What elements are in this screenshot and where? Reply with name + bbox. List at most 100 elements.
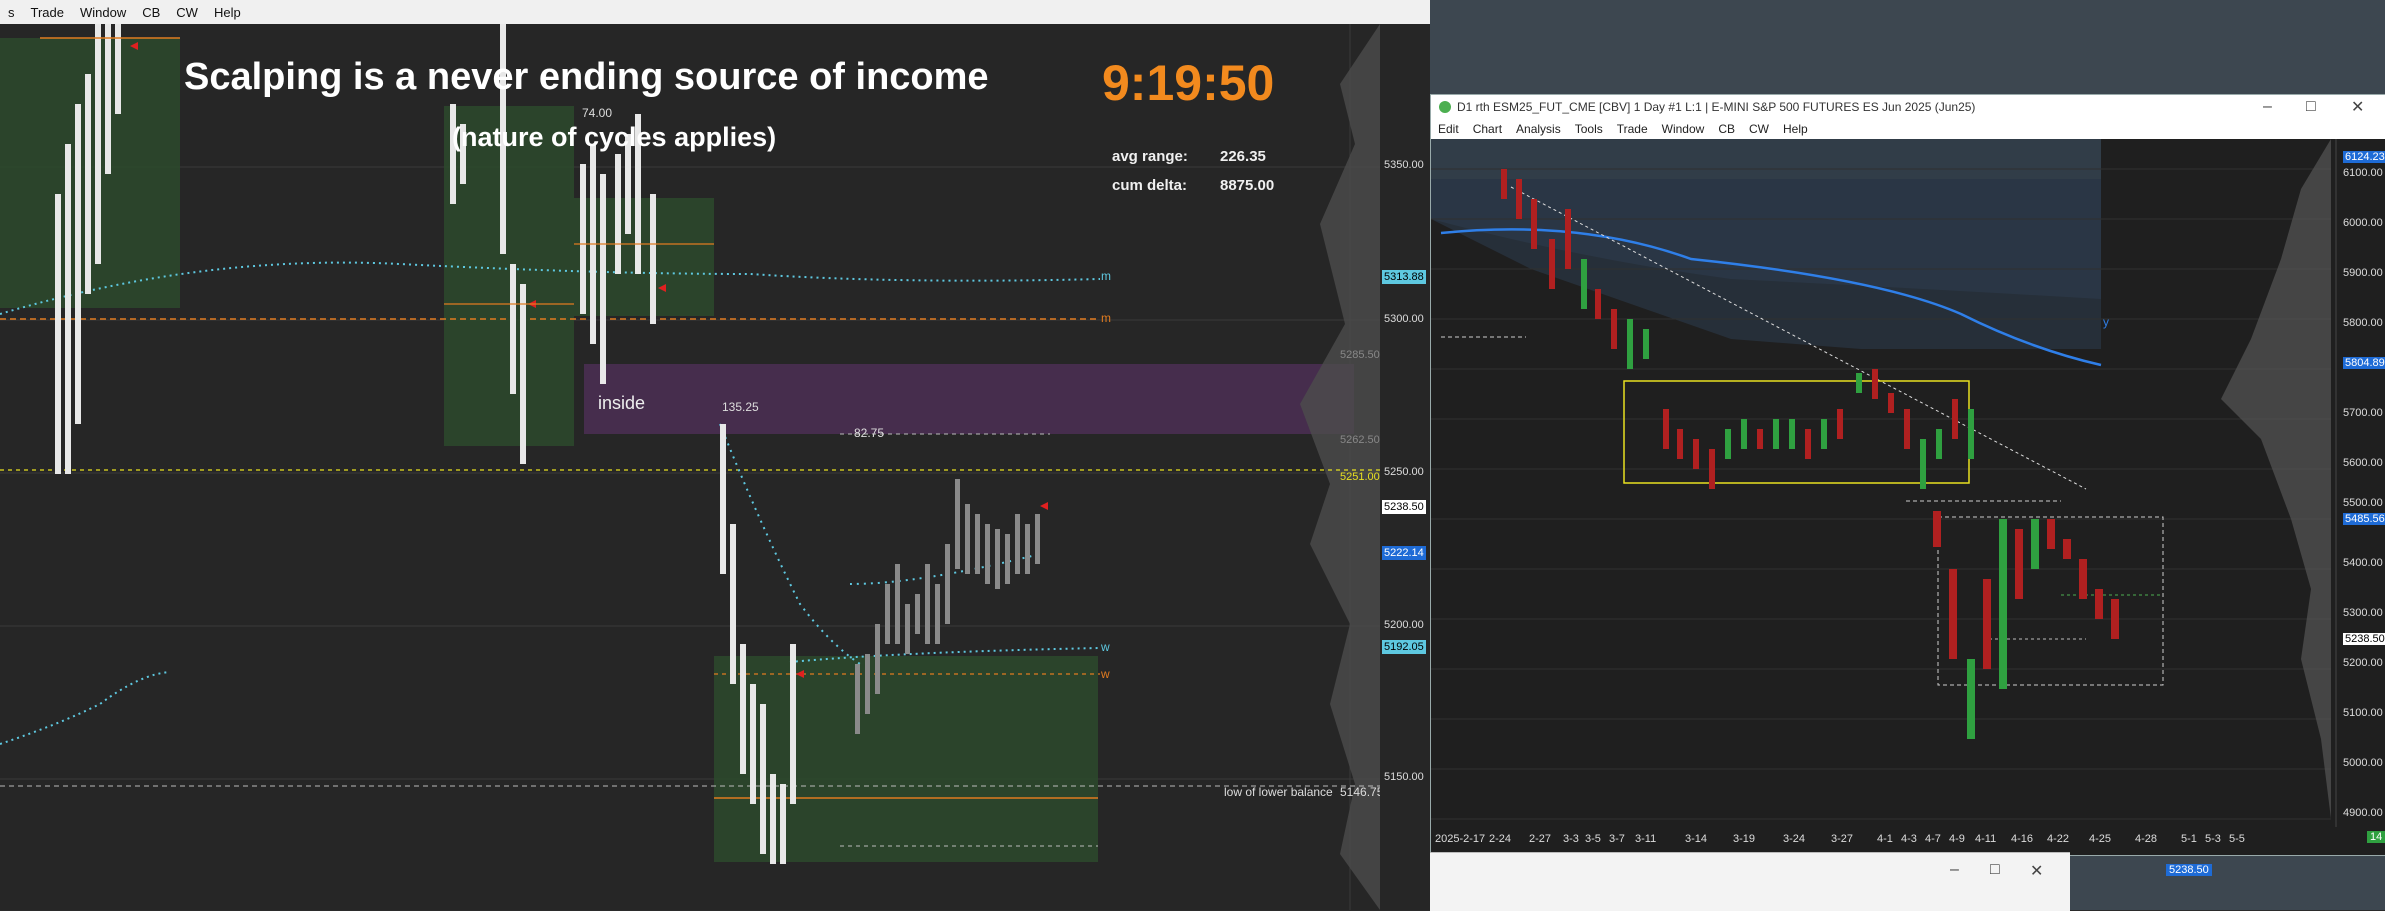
window-title: D1 rth ESM25_FUT_CME [CBV] 1 Day #1 L:1 … [1457, 100, 1976, 114]
menu-item-help[interactable]: Help [214, 5, 241, 20]
price-tick: 5300.00 [1384, 313, 1424, 325]
date-tick: 3-19 [1733, 833, 1756, 845]
price-tick: 5600.00 [2343, 457, 2383, 469]
date-tick: 2-24 [1489, 833, 1512, 845]
date-tick: 4-9 [1949, 833, 1965, 845]
menu-item-tools[interactable]: Tools [1575, 122, 1603, 136]
date-tick: 4-25 [2089, 833, 2112, 845]
maximize-icon[interactable]: □ [2306, 98, 2316, 116]
price-tag-blue: 5485.56 [2343, 513, 2385, 525]
menu-item-partial[interactable]: s [8, 5, 15, 20]
close-icon[interactable]: ✕ [2030, 861, 2043, 881]
minimize-icon[interactable]: – [2263, 98, 2272, 116]
date-tick: 3-24 [1783, 833, 1806, 845]
date-tick: 4-28 [2135, 833, 2158, 845]
inside-band [584, 364, 1354, 434]
menu-item-analysis[interactable]: Analysis [1516, 122, 1561, 136]
daily-candlestick-chart[interactable] [1431, 139, 2385, 855]
corner-badge: 14 [2367, 831, 2385, 843]
date-tick: 3-11 [1635, 833, 1657, 845]
menu-item-window[interactable]: Window [80, 5, 126, 20]
date-axis: 2025-2-17 2-24 2-27 3-3 3-5 3-7 3-11 3-1… [1435, 833, 2335, 849]
price-tag-blue: 5222.14 [1382, 546, 1426, 560]
left-chart-window: s Trade Window CB CW Help Scalping is a … [0, 0, 1430, 910]
headline-text: Scalping is a never ending source of inc… [184, 56, 989, 98]
inside-label: inside [598, 393, 646, 413]
left-menu-bar: s Trade Window CB CW Help [0, 0, 1430, 25]
price-tick: 5900.00 [2343, 267, 2383, 279]
date-tick: 4-7 [1925, 833, 1941, 845]
price-tick: 5700.00 [2343, 407, 2383, 419]
right-menu-bar: Edit Chart Analysis Tools Trade Window C… [1431, 119, 2385, 139]
stat-value-avg-range: 226.35 [1220, 148, 1266, 165]
date-tick: 3-14 [1685, 833, 1708, 845]
price-tick: 5100.00 [2343, 707, 2383, 719]
price-tag: 5285.50 [1340, 349, 1380, 361]
menu-item-cb[interactable]: CB [142, 5, 160, 20]
price-tick: 6000.00 [2343, 217, 2383, 229]
background-window: – □ ✕ [1430, 852, 2070, 911]
price-tag-blue: 6124.23 [2343, 151, 2385, 163]
date-tick: 2-27 [1529, 833, 1552, 845]
line-label-w2: w [1101, 667, 1110, 681]
annotation-range-value: 82.75 [854, 426, 885, 440]
date-tick: 2025-2-17 [1435, 833, 1486, 845]
menu-item-cb[interactable]: CB [1718, 122, 1735, 136]
date-tick: 5-3 [2205, 833, 2221, 845]
stat-label-avg-range: avg range: [1112, 148, 1188, 165]
price-tick: 5800.00 [2343, 317, 2383, 329]
date-tick: 4-3 [1901, 833, 1917, 845]
price-tag-cyan: 5313.88 [1382, 270, 1426, 284]
price-tag-current: 5238.50 [1382, 500, 1426, 514]
price-tick: 5200.00 [1384, 619, 1424, 631]
line-label-m2: m [1101, 311, 1111, 325]
menu-item-chart[interactable]: Chart [1473, 122, 1502, 136]
date-tick: 5-1 [2181, 833, 2197, 845]
menu-item-cw[interactable]: CW [176, 5, 198, 20]
close-icon[interactable]: ✕ [2351, 97, 2364, 117]
menu-item-help[interactable]: Help [1783, 122, 1808, 136]
left-price-axis[interactable]: 5350.00 5300.00 5250.00 5200.00 5150.00 … [1340, 24, 1430, 910]
menu-item-trade[interactable]: Trade [31, 5, 64, 20]
date-tick: 3-7 [1609, 833, 1625, 845]
date-tick: 4-22 [2047, 833, 2070, 845]
price-tick: 5250.00 [1384, 466, 1424, 478]
date-tick: 4-16 [2011, 833, 2034, 845]
subline-text: (nature of cycles applies) [452, 122, 777, 152]
taskbar-price-tag: 5238.50 [2166, 864, 2212, 876]
line-label-m1: m [1101, 269, 1111, 283]
date-tick: 4-11 [1975, 833, 1997, 845]
date-tick: 3-27 [1831, 833, 1854, 845]
daily-chart-window: D1 rth ESM25_FUT_CME [CBV] 1 Day #1 L:1 … [1430, 94, 2385, 856]
price-tag-current: 5238.50 [2343, 633, 2385, 645]
stat-label-cum-delta: cum delta: [1112, 177, 1188, 194]
menu-item-cw[interactable]: CW [1749, 122, 1769, 136]
price-tick: 5300.00 [2343, 607, 2383, 619]
price-tag: 5262.50 [1340, 434, 1380, 446]
low-balance-value: 5146.75 [1340, 785, 1384, 799]
date-tick: 5-5 [2229, 833, 2245, 845]
price-tick: 4900.00 [2343, 807, 2383, 819]
app-icon [1439, 101, 1451, 113]
stat-value-cum-delta: 8875.00 [1220, 177, 1275, 194]
annotation-peak-value: 135.25 [722, 400, 759, 414]
low-balance-label: low of lower balance [1224, 785, 1333, 799]
maximize-icon[interactable]: □ [1990, 861, 2000, 879]
price-tick: 5500.00 [2343, 497, 2383, 509]
price-tick: 6100.00 [2343, 167, 2383, 179]
price-tag-blue: 5804.89 [2343, 357, 2385, 369]
date-tick: 3-5 [1585, 833, 1601, 845]
ma-label: y [2103, 315, 2109, 329]
window-title-bar[interactable]: D1 rth ESM25_FUT_CME [CBV] 1 Day #1 L:1 … [1431, 95, 2385, 119]
price-tick: 5000.00 [2343, 757, 2383, 769]
menu-item-window[interactable]: Window [1662, 122, 1705, 136]
menu-item-trade[interactable]: Trade [1617, 122, 1648, 136]
minimize-icon[interactable]: – [1950, 861, 1959, 879]
price-tag-cyan: 5192.05 [1382, 640, 1426, 654]
line-label-w1: w [1101, 640, 1110, 654]
date-tick: 3-3 [1563, 833, 1579, 845]
annotation-top-value: 74.00 [582, 106, 613, 120]
price-tick: 5400.00 [2343, 557, 2383, 569]
menu-item-edit[interactable]: Edit [1438, 122, 1459, 136]
price-tick: 5200.00 [2343, 657, 2383, 669]
